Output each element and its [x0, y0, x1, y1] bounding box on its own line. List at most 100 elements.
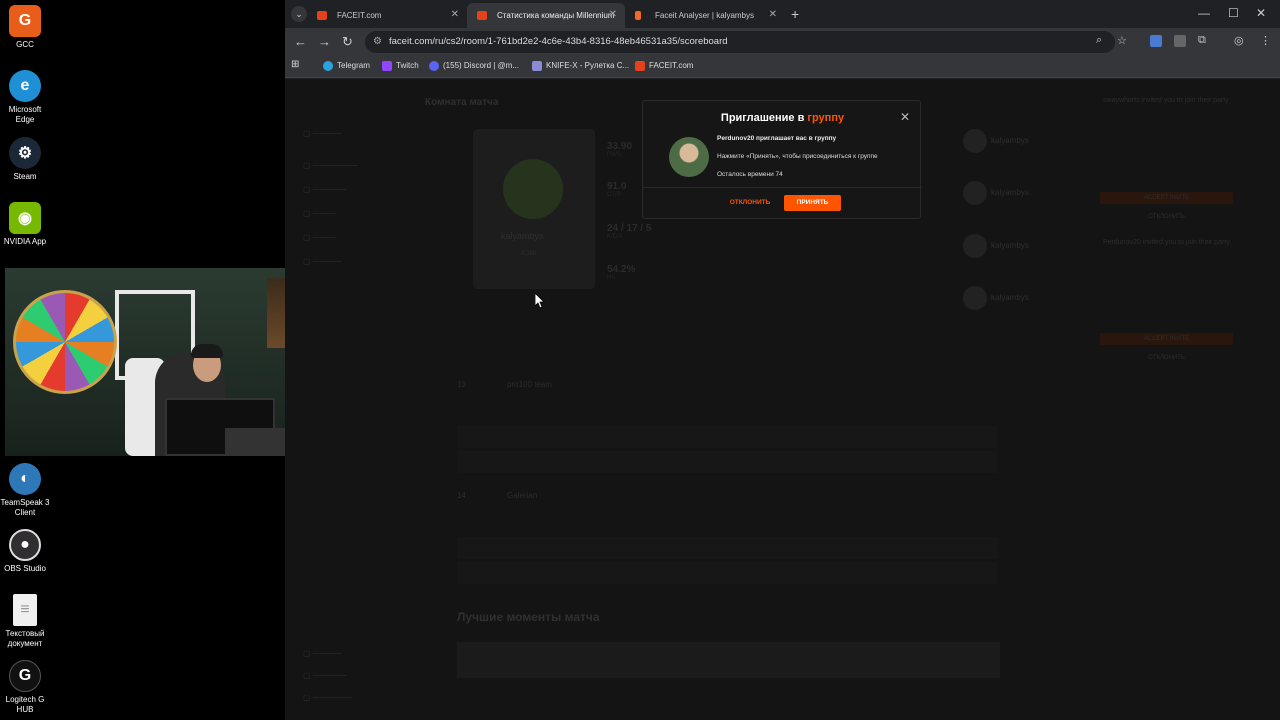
- modal-title-text: Приглашение в: [720, 112, 805, 124]
- sidebar-item[interactable]: ▢ ──────: [303, 671, 347, 680]
- profile-icon[interactable]: ◎: [1234, 34, 1244, 47]
- sidebar-item[interactable]: ▢ ─────: [303, 649, 341, 658]
- side-decline-button[interactable]: ОТКЛОНИТЬ: [1100, 352, 1233, 364]
- decline-button[interactable]: ОТКЛОНИТЬ: [723, 195, 777, 211]
- sidebar-item[interactable]: ▢ ────: [303, 233, 335, 242]
- menu-icon[interactable]: ⋮: [1260, 34, 1271, 47]
- desktop-icon-teamspeak[interactable]: ◐ TeamSpeak 3 Client: [0, 463, 50, 518]
- side-player-card[interactable]: kalyambys: [953, 224, 1033, 270]
- invite-timer: Осталось времени 74: [717, 171, 783, 178]
- table-row: [457, 451, 997, 473]
- stat-label: CT/R: [607, 192, 621, 198]
- desktop-icon-obs[interactable]: ● OBS Studio: [0, 529, 50, 574]
- stat-value: 54.2%: [607, 264, 636, 275]
- steam-icon: ⚙: [9, 137, 41, 169]
- telegram-icon: [323, 61, 333, 71]
- tab-close-icon[interactable]: ✕: [609, 9, 617, 20]
- bookmark-knife-x[interactable]: KNIFE-X - Рулетка С...: [532, 61, 629, 71]
- desktop-icon-label: GCC: [16, 40, 34, 49]
- tab-close-icon[interactable]: ✕: [769, 9, 777, 20]
- desktop-icon-nvidia[interactable]: ◉ NVIDIA App: [0, 202, 50, 247]
- streamer-hair: [191, 344, 223, 358]
- desktop-icon-gcc[interactable]: G GCC: [0, 5, 50, 50]
- tab-team-stats[interactable]: Статистика команды Millennium ✕: [467, 3, 625, 28]
- group-invite-modal: Приглашение в группу ✕ Perdunov20 пригла…: [642, 100, 922, 219]
- team-name: pro100 team: [507, 380, 552, 389]
- player-avatar: [503, 159, 563, 219]
- desktop-icon-logitech[interactable]: G Logitech G HUB: [0, 660, 50, 715]
- extension-icon[interactable]: [1174, 35, 1186, 47]
- tab-search-button[interactable]: ⌄: [291, 6, 307, 22]
- text-document-icon: ≡: [13, 594, 37, 626]
- side-player-name: kalyambys: [991, 136, 1029, 145]
- address-text: faceit.com/ru/cs2/room/1-761bd2e2-4c6e-4…: [389, 36, 728, 47]
- best-moments-panel: [457, 642, 1000, 678]
- new-tab-button[interactable]: +: [791, 6, 799, 22]
- maximize-button[interactable]: ☐: [1228, 6, 1239, 20]
- side-accept-button[interactable]: ACCEPT INVITE: [1100, 333, 1233, 345]
- apps-grid-icon[interactable]: ⊞: [291, 59, 299, 70]
- logitech-icon: G: [9, 660, 41, 692]
- player-card: kalyambys 4,398: [473, 129, 595, 289]
- site-info-icon[interactable]: ⚙: [373, 31, 382, 53]
- bookmark-telegram[interactable]: Telegram: [323, 61, 370, 71]
- desktop-icon-label: OBS Studio: [4, 564, 46, 573]
- address-bar[interactable]: ⚙ faceit.com/ru/cs2/room/1-761bd2e2-4c6e…: [365, 31, 1115, 53]
- extensions-puzzle-icon[interactable]: ⧉: [1198, 34, 1206, 47]
- tab-label: FACEIT.com: [337, 11, 382, 20]
- best-moments-heading: Лучшие моменты матча: [457, 610, 600, 624]
- player-name: kalyambys: [501, 231, 544, 241]
- sidebar-item[interactable]: ▢ ────: [303, 209, 335, 218]
- side-invite-1: swaywhorts invited you to join their par…: [1103, 97, 1229, 104]
- bookmark-label: (155) Discord | @m...: [443, 61, 519, 70]
- side-player-card[interactable]: kalyambys: [953, 276, 1033, 322]
- side-player-avatar: [963, 129, 987, 153]
- back-button[interactable]: ←: [294, 34, 307, 49]
- desktop-icon-label: NVIDIA App: [3, 237, 47, 246]
- faceit-favicon-icon: [477, 11, 487, 20]
- stat-label: RWS: [607, 152, 621, 158]
- minimize-button[interactable]: —: [1198, 6, 1210, 20]
- twitch-icon: [382, 61, 392, 71]
- desktop-icon-steam[interactable]: ⚙ Steam: [0, 137, 50, 182]
- bookmark-label: Telegram: [337, 61, 370, 70]
- sidebar-item[interactable]: ▢ ─────: [303, 129, 341, 138]
- desktop-icon-label: Steam: [13, 172, 37, 181]
- extension-icon[interactable]: [1150, 35, 1162, 47]
- inviter-avatar: [669, 137, 709, 177]
- side-accept-button[interactable]: ACCEPT INVITE: [1100, 192, 1233, 204]
- tab-faceit[interactable]: FACEIT.com ✕: [307, 3, 467, 28]
- teamspeak-icon: ◐: [9, 463, 41, 495]
- desktop-icon-edge[interactable]: e Microsoft Edge: [0, 70, 50, 125]
- gcc-icon: G: [9, 5, 41, 37]
- side-invite-2: Perdunov20 invited you to join their par…: [1103, 239, 1230, 246]
- sidebar-item[interactable]: ▢ ───────: [303, 693, 352, 702]
- stat-ctr: 91.0 CT/R: [607, 181, 626, 198]
- close-icon[interactable]: ✕: [900, 110, 910, 124]
- side-player-name: kalyambys: [991, 241, 1029, 250]
- desktop-icon-text-document[interactable]: ≡ Текстовый документ: [0, 594, 50, 649]
- analyser-favicon-icon: [635, 11, 641, 20]
- accept-button[interactable]: ПРИНЯТЬ: [784, 195, 841, 211]
- bookmark-faceit[interactable]: FACEIT.com: [635, 61, 693, 71]
- side-player-card[interactable]: kalyambys: [953, 171, 1033, 217]
- sidebar-item[interactable]: ▢ ─────: [303, 257, 341, 266]
- bookmark-twitch[interactable]: Twitch: [382, 61, 419, 71]
- tab-faceit-analyser[interactable]: Faceit Analyser | kalyambys ✕: [625, 3, 785, 28]
- close-window-button[interactable]: ✕: [1256, 6, 1266, 20]
- page-title: Комната матча: [425, 97, 499, 108]
- faceit-icon: [635, 61, 645, 71]
- sidebar-item[interactable]: ▢ ────────: [303, 161, 358, 170]
- bookmark-discord[interactable]: (155) Discord | @m...: [429, 61, 519, 71]
- side-player-card[interactable]: kalyambys: [953, 119, 1033, 165]
- screen: G GCC e Microsoft Edge ⚙ Steam ◉ NVIDIA …: [0, 0, 1280, 720]
- tab-close-icon[interactable]: ✕: [451, 9, 459, 20]
- edge-icon: e: [9, 70, 41, 102]
- forward-button[interactable]: →: [318, 34, 331, 49]
- side-decline-button[interactable]: ОТКЛОНИТЬ: [1100, 211, 1233, 223]
- reload-button[interactable]: ↻: [342, 34, 353, 50]
- sidebar-item[interactable]: ▢ ──────: [303, 185, 347, 194]
- bookmark-star-icon[interactable]: ☆: [1117, 34, 1127, 47]
- table-row: [457, 426, 997, 448]
- zoom-icon[interactable]: ⌕: [1096, 34, 1102, 47]
